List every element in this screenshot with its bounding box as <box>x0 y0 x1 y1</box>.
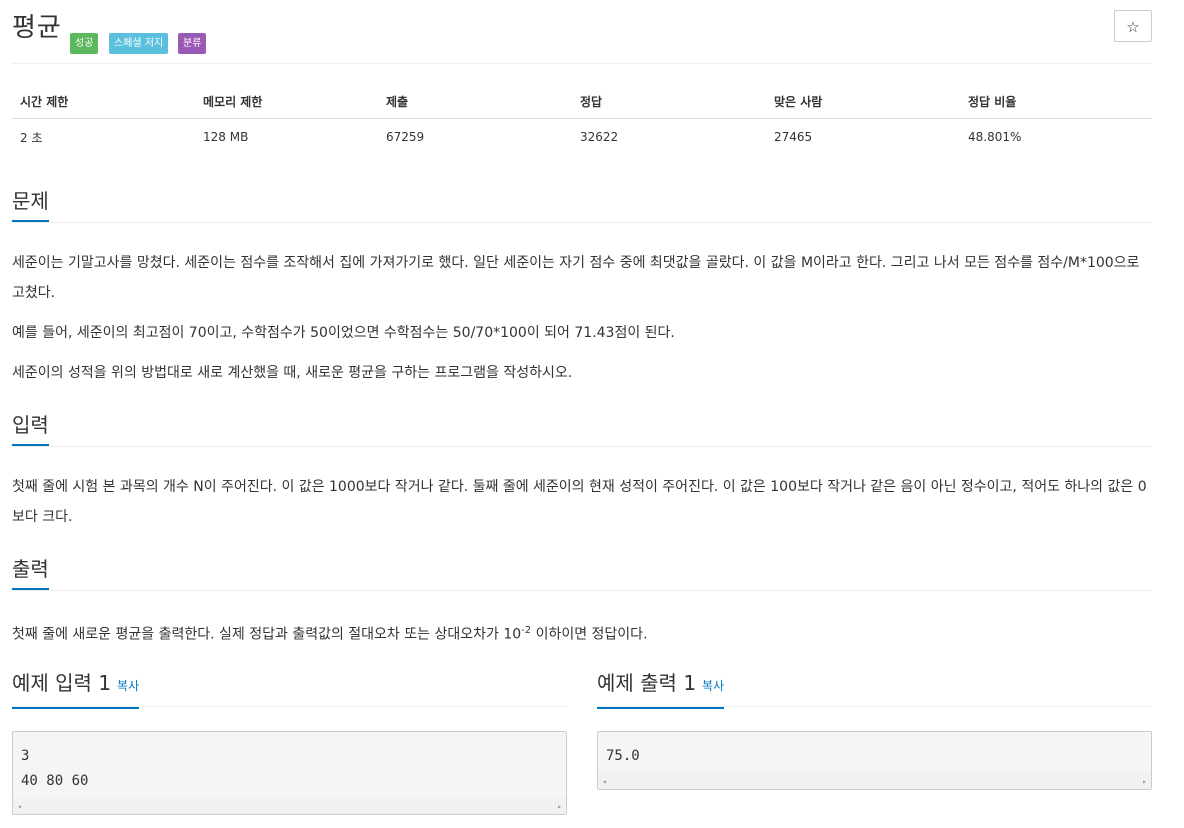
solved-users-header: 맞은 사람 <box>766 84 960 119</box>
tag-badge[interactable]: 분류 <box>178 33 207 54</box>
sample-input-line: 40 80 60 <box>21 773 89 789</box>
sample-input-header: 예제 입력 1 복사 <box>12 668 567 709</box>
accept-ratio-value: 48.801% <box>968 130 1022 144</box>
sample-output-title: 예제 출력 1 <box>597 671 697 695</box>
input-heading: 입력 <box>12 410 49 446</box>
description-paragraph-1: 세준이는 기말고사를 망쳤다. 세준이는 점수를 조작해서 집에 가져가기로 했… <box>12 255 1140 301</box>
sample-input-line: 3 <box>21 748 30 764</box>
scroll-left-icon[interactable]: ◂ <box>602 777 607 786</box>
sample-input-panel: 예제 입력 1 복사 3 40 80 60 ◂ ▸ <box>12 668 567 815</box>
input-section-header: 입력 <box>12 410 1152 447</box>
sample-output-line: 75.0 <box>606 748 640 764</box>
sample-output-content: 75.0 <box>598 732 1151 769</box>
info-header-row: 시간 제한 메모리 제한 제출 정답 맞은 사람 정답 비율 <box>12 84 1152 119</box>
star-button[interactable]: ☆ <box>1114 10 1152 42</box>
sample-input-copy-link[interactable]: 복사 <box>117 679 139 693</box>
description-heading: 문제 <box>12 186 49 222</box>
description-paragraph-3: 세준이의 성적을 위의 방법대로 새로 계산했을 때, 새로운 평균을 구하는 … <box>12 365 573 381</box>
sample-output-header: 예제 출력 1 복사 <box>597 668 1152 709</box>
output-section-header: 출력 <box>12 554 1152 591</box>
output-text-before: 첫째 줄에 새로운 평균을 출력한다. 실제 정답과 출력값의 절대오차 또는 … <box>12 626 522 643</box>
sample-input-box: 3 40 80 60 ◂ ▸ <box>12 731 567 815</box>
scroll-right-icon[interactable]: ▸ <box>557 802 562 811</box>
info-value-row: 2 초 128 MB 67259 32622 27465 48.801% <box>12 119 1152 156</box>
description-paragraph-2: 예를 들어, 세준이의 최고점이 70이고, 수학점수가 50이었으면 수학점수… <box>12 325 675 341</box>
scroll-right-icon[interactable]: ▸ <box>1142 777 1147 786</box>
title-row: 평균 성공 스페셜 저지 분류 ☆ <box>12 10 1152 54</box>
accepted-value: 32622 <box>580 130 619 144</box>
problem-title: 평균 <box>12 13 62 43</box>
sample-output-heading: 예제 출력 1 복사 <box>597 668 725 709</box>
time-limit-value: 2 초 <box>20 130 43 145</box>
horizontal-scrollbar[interactable]: ◂ ▸ <box>13 798 566 814</box>
success-badge: 성공 <box>70 33 99 54</box>
sample-input-heading: 예제 입력 1 복사 <box>12 668 140 709</box>
horizontal-scrollbar[interactable]: ◂ ▸ <box>598 773 1151 789</box>
sample-input-title: 예제 입력 1 <box>12 671 112 695</box>
star-icon: ☆ <box>1126 18 1140 36</box>
output-heading: 출력 <box>12 554 49 590</box>
accepted-header: 정답 <box>572 84 766 119</box>
title-divider <box>12 63 1152 64</box>
time-limit-header: 시간 제한 <box>12 84 195 119</box>
submissions-header: 제출 <box>378 84 572 119</box>
sample-input-content: 3 40 80 60 <box>13 732 566 794</box>
problem-info-table: 시간 제한 메모리 제한 제출 정답 맞은 사람 정답 비율 2 초 128 M… <box>12 84 1152 155</box>
output-exponent: -2 <box>521 625 532 636</box>
solved-users-value: 27465 <box>774 130 813 144</box>
special-judge-badge: 스페셜 저지 <box>109 33 169 54</box>
sample-output-panel: 예제 출력 1 복사 75.0 ◂ ▸ <box>597 668 1152 790</box>
output-text-after: 이하이면 정답이다. <box>531 626 648 643</box>
accept-ratio-header: 정답 비율 <box>960 84 1152 119</box>
memory-limit-header: 메모리 제한 <box>195 84 378 119</box>
sample-output-copy-link[interactable]: 복사 <box>702 679 724 693</box>
input-paragraph: 첫째 줄에 시험 본 과목의 개수 N이 주어진다. 이 값은 1000보다 작… <box>12 479 1147 525</box>
sample-output-box: 75.0 ◂ ▸ <box>597 731 1152 790</box>
memory-limit-value: 128 MB <box>203 130 249 144</box>
submissions-value: 67259 <box>386 130 425 144</box>
description-section-header: 문제 <box>12 186 1152 223</box>
scroll-left-icon[interactable]: ◂ <box>17 802 22 811</box>
output-paragraph: 첫째 줄에 새로운 평균을 출력한다. 실제 정답과 출력값의 절대오차 또는 … <box>12 616 1152 650</box>
